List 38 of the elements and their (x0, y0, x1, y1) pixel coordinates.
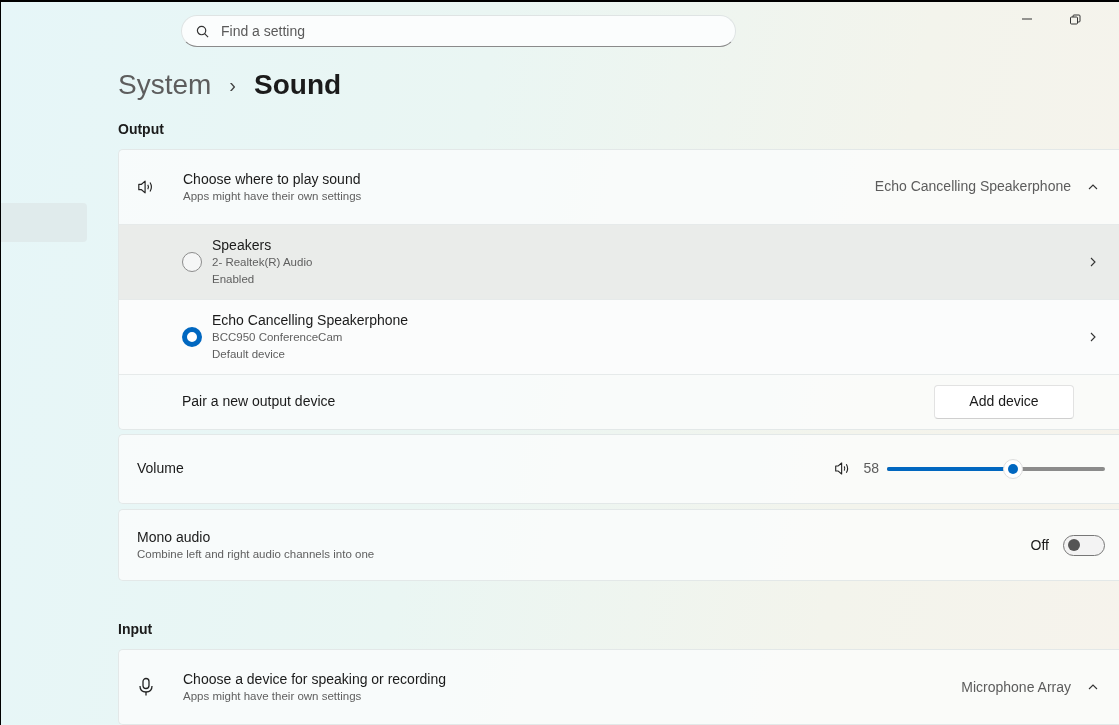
selected-device: Microphone Array (961, 677, 1071, 697)
device-status: Enabled (212, 271, 256, 287)
setting-title: Choose where to play sound (183, 169, 362, 188)
setting-title: Choose a device for speaking or recording (183, 670, 448, 688)
microphone-icon (137, 677, 155, 697)
setting-subtitle: Combine left and right audio channels into one (137, 547, 376, 563)
device-name: Speakers (212, 235, 273, 254)
search-icon (196, 24, 209, 38)
breadcrumb-separator: › (229, 72, 237, 98)
volume-reading: 58 (863, 459, 879, 479)
device-picker-row[interactable]: Choose where to play sound Apps might have their own settings Echo Cancelling Speakerphone (119, 149, 1119, 224)
volume-slider[interactable] (887, 458, 1105, 479)
device-detail: BCC950 ConferenceCam (212, 329, 344, 345)
page-title: Sound (254, 67, 342, 102)
search-input[interactable]: Find a setting (221, 20, 721, 42)
breadcrumb-parent[interactable]: System (118, 63, 212, 106)
device-name: Echo Cancelling Speakerphone (212, 310, 410, 329)
search-field[interactable]: Find a setting (181, 15, 736, 47)
section-heading: Output (118, 119, 165, 139)
setting-subtitle: Apps might have their own settings (183, 188, 363, 204)
setting-title: Mono audio (137, 528, 212, 547)
device-row[interactable]: Echo Cancelling Speakerphone BCC950 ConferenceCam Default device (119, 298, 1119, 374)
device-picker-row[interactable]: Choose a device for speaking or recording Apps might have their own settings Microphone Array (119, 650, 1119, 724)
radio-button[interactable] (182, 326, 202, 347)
slider-thumb[interactable] (1003, 458, 1024, 479)
device-row[interactable]: Speakers 2- Realtek(R) Audio Enabled (119, 223, 1119, 299)
radio-button[interactable] (182, 251, 202, 272)
device-status: Default device (212, 346, 286, 362)
toggle-switch[interactable] (1063, 534, 1105, 556)
selected-device: Echo Cancelling Speakerphone (874, 177, 1071, 197)
volume-label: Volume (137, 459, 185, 479)
section-heading: Input (118, 620, 154, 639)
restore-icon[interactable] (1069, 14, 1081, 26)
toggle-state: Off (1030, 535, 1049, 555)
setting-subtitle: Apps might have their own settings (183, 689, 363, 704)
add-device-button[interactable]: Add device (934, 384, 1074, 419)
device-detail: 2- Realtek(R) Audio (212, 254, 314, 270)
pair-device-label: Pair a new output device (182, 392, 337, 412)
